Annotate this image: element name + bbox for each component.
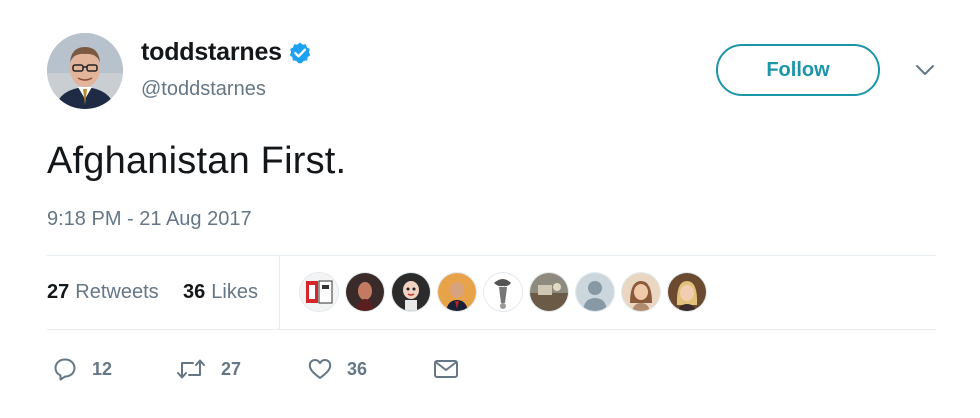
liker-avatar-3[interactable] [392, 273, 430, 311]
user-handle[interactable]: @toddstarnes [141, 78, 266, 101]
liker-avatar-5[interactable] [484, 273, 522, 311]
reply-button[interactable]: 12 [52, 356, 112, 382]
liker-avatar-9[interactable] [668, 273, 706, 311]
retweet-button[interactable]: 27 [175, 356, 241, 382]
verified-badge-icon [288, 41, 312, 65]
profile-avatar[interactable] [47, 33, 123, 109]
retweet-icon [175, 356, 207, 382]
reply-count: 12 [92, 358, 113, 379]
retweets-label: Retweets [75, 281, 159, 303]
liker-avatar-2[interactable] [346, 273, 384, 311]
tweet-text: Afghanistan First. [47, 140, 347, 182]
likes-count: 36 [183, 281, 206, 303]
display-name[interactable]: toddstarnes [141, 38, 282, 67]
retweets-stat[interactable]: 27 Retweets [47, 281, 159, 304]
heart-icon [307, 356, 333, 382]
liker-avatar-4[interactable] [438, 273, 476, 311]
tweet-timestamp[interactable]: 9:18 PM - 21 Aug 2017 [47, 208, 252, 231]
envelope-icon [432, 356, 460, 382]
retweets-count: 27 [47, 281, 70, 303]
liker-avatar-8[interactable] [622, 273, 660, 311]
likes-stat[interactable]: 36 Likes [183, 281, 258, 304]
liker-avatar-7[interactable] [576, 273, 614, 311]
tweet-card: toddstarnes @toddstarnes Follow Afghanis… [0, 0, 980, 418]
divider-bottom [47, 329, 936, 330]
liker-avatar-6[interactable] [530, 273, 568, 311]
chevron-down-icon[interactable] [914, 62, 936, 78]
liker-avatars [300, 273, 714, 311]
name-row: toddstarnes [141, 38, 312, 67]
like-count: 36 [347, 358, 368, 379]
stats-divider [279, 256, 280, 329]
reply-icon [52, 356, 78, 382]
like-button[interactable]: 36 [307, 356, 367, 382]
divider-top [47, 255, 936, 256]
liker-avatar-1[interactable] [300, 273, 338, 311]
likes-label: Likes [211, 281, 258, 303]
follow-button[interactable]: Follow [716, 44, 880, 96]
direct-message-button[interactable] [432, 356, 460, 382]
retweet-count: 27 [221, 358, 242, 379]
